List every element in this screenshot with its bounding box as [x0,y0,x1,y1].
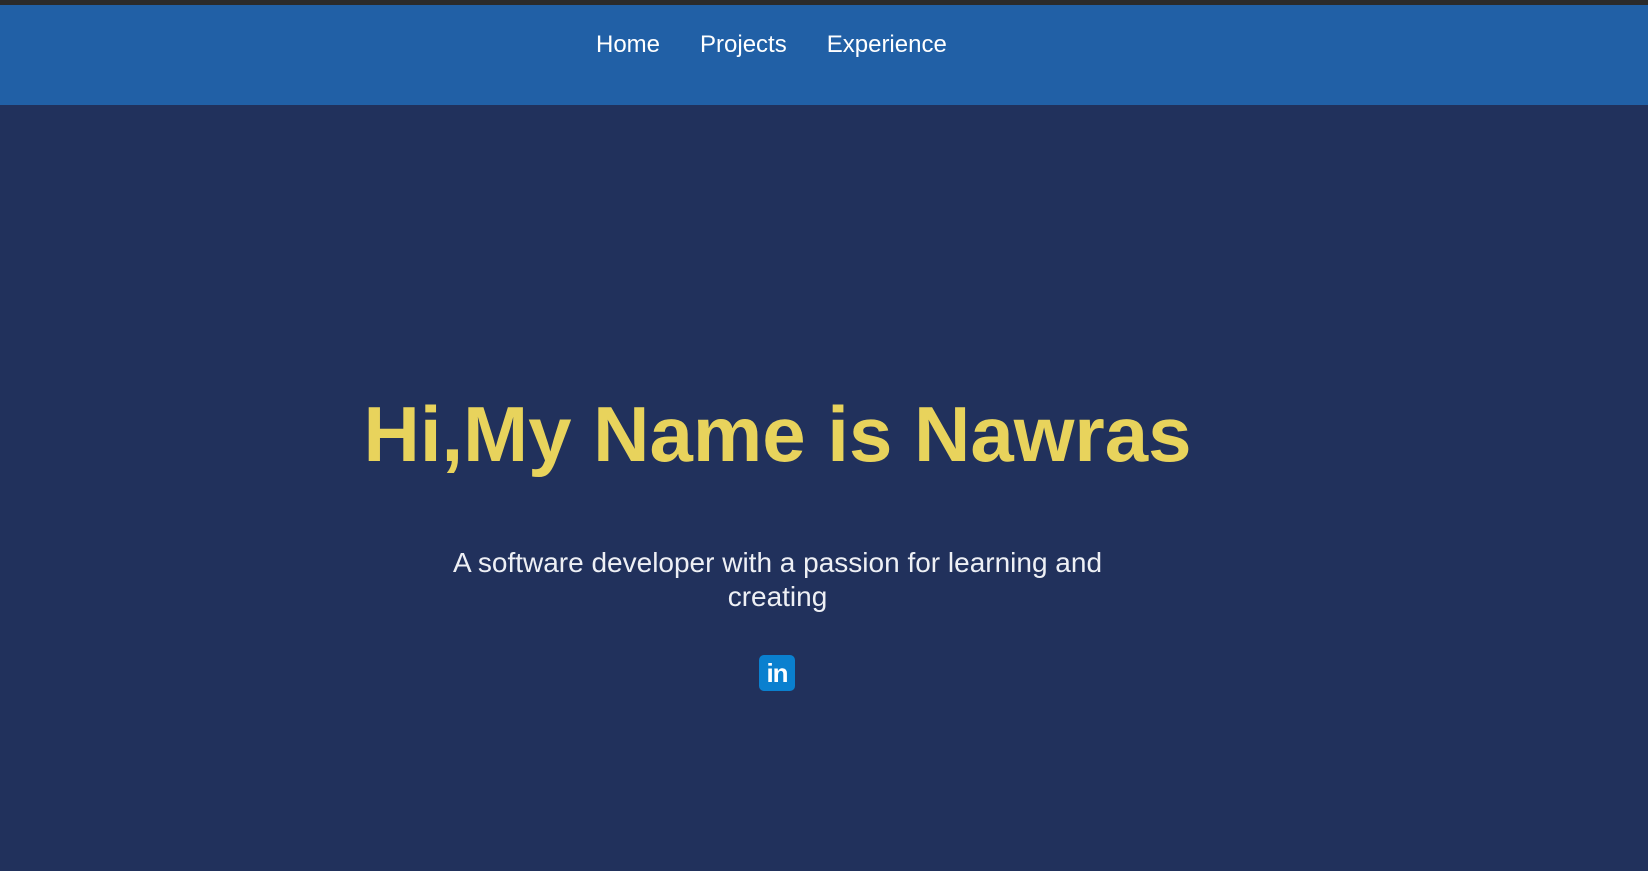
nav-home-link[interactable]: Home [596,31,660,59]
hero-section: Hi,My Name is Nawras A software develope… [0,105,1648,871]
nav-projects-link[interactable]: Projects [700,31,787,59]
nav-experience-link[interactable]: Experience [827,31,947,59]
linkedin-icon[interactable]: in [759,655,795,691]
linkedin-glyph: in [766,658,788,688]
nav-links: Home Projects Experience [596,0,947,95]
navbar: Home Projects Experience [0,5,1648,105]
hero-title: Hi,My Name is Nawras [363,390,1192,478]
hero-subtitle: A software developer with a passion for … [452,547,1103,612]
